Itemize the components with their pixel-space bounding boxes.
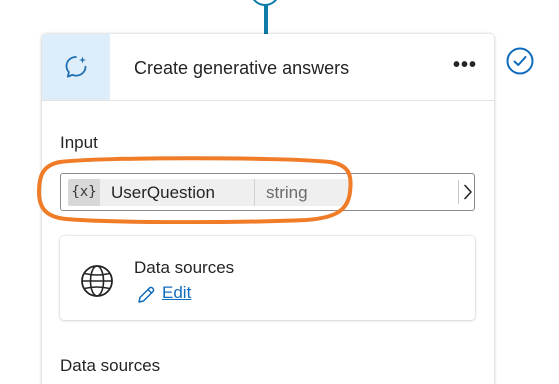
more-options-button[interactable]: •••	[450, 54, 480, 80]
node-header: Create generative answers •••	[42, 34, 494, 101]
variable-type: string	[266, 183, 308, 202]
generative-answers-node[interactable]: Create generative answers ••• Input {x} …	[42, 34, 494, 384]
variable-name: UserQuestion	[111, 183, 215, 202]
data-sources-title: Data sources	[134, 258, 235, 277]
expand-variable-button[interactable]	[461, 176, 475, 208]
input-variable-field[interactable]: {x} UserQuestion string	[60, 173, 475, 211]
data-sources-card: Data sources Edit	[60, 236, 475, 320]
chevron-right-icon	[464, 184, 472, 200]
pill-divider	[254, 179, 255, 206]
generative-answers-icon	[65, 56, 87, 78]
data-sources-section-label: Data sources	[60, 356, 161, 375]
node-icon-container	[42, 34, 110, 100]
more-horizontal-icon: •••	[452, 54, 477, 76]
add-node-button[interactable]	[250, 0, 280, 6]
pencil-icon	[138, 286, 155, 303]
edit-link-label: Edit	[162, 283, 192, 302]
check-circle-icon	[506, 47, 534, 75]
node-title: Create generative answers	[134, 58, 350, 78]
canvas: Create generative answers ••• Input {x} …	[0, 0, 559, 384]
variable-pill[interactable]: {x} UserQuestion string	[68, 179, 349, 206]
field-divider	[458, 180, 459, 204]
globe-icon	[81, 265, 113, 297]
variable-icon: {x}	[68, 179, 100, 206]
input-section-label: Input	[60, 133, 98, 152]
